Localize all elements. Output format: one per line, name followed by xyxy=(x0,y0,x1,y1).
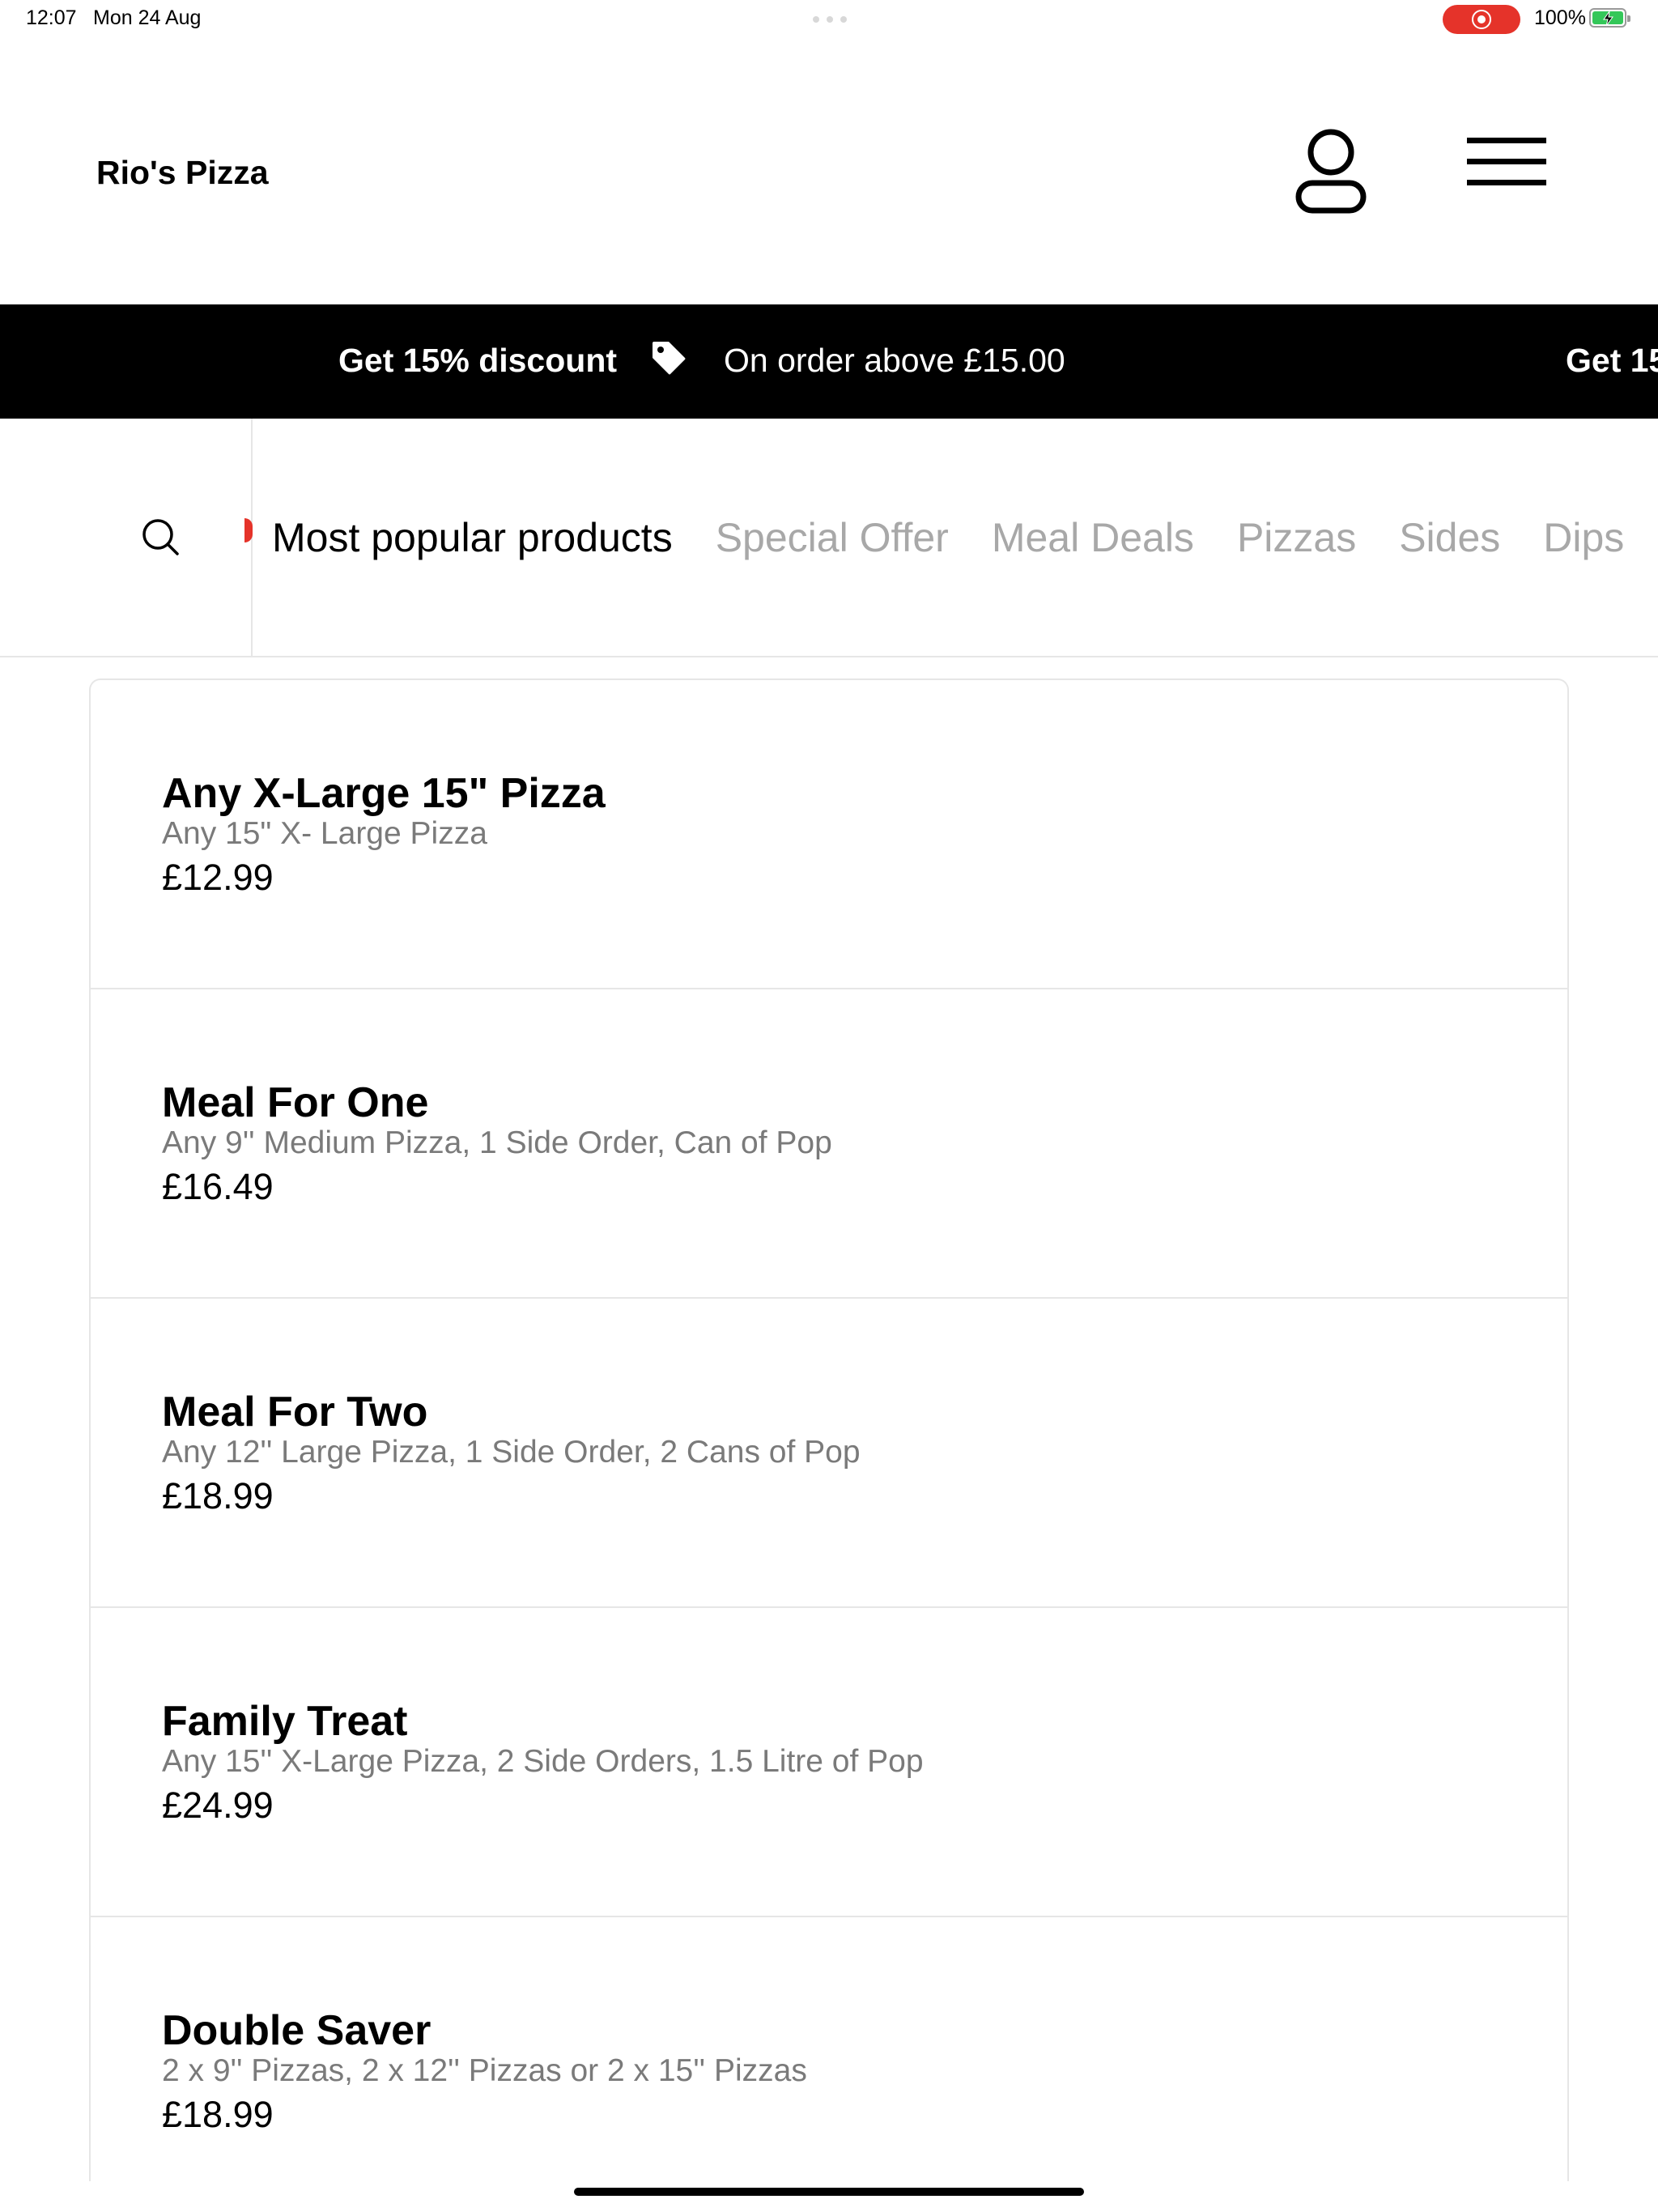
product-item[interactable]: Any X-Large 15" Pizza Any 15" X- Large P… xyxy=(91,680,1567,989)
tab-meal-deals[interactable]: Meal Deals xyxy=(992,514,1194,561)
search-button[interactable] xyxy=(141,517,180,556)
product-description: Any 15" X- Large Pizza xyxy=(162,816,487,851)
product-price: £12.99 xyxy=(162,857,274,898)
tag-icon xyxy=(653,342,686,375)
product-name: Double Saver xyxy=(162,2007,432,2054)
screen-recording-icon[interactable] xyxy=(1443,5,1520,34)
category-tabs: Most popular products Special Offer Meal D… xyxy=(251,514,1658,563)
home-indicator[interactable] xyxy=(574,2188,1084,2196)
product-name: Meal For One xyxy=(162,1079,429,1126)
product-item[interactable]: Meal For One Any 9'' Medium Pizza, 1 Sid… xyxy=(91,989,1567,1299)
hamburger-menu-icon xyxy=(1467,138,1548,185)
promo-title-repeat: Get 15 xyxy=(1566,342,1658,379)
battery-icon xyxy=(1589,8,1630,28)
person-icon xyxy=(1295,129,1367,214)
product-price: £18.99 xyxy=(162,1475,274,1516)
tab-pizzas[interactable]: Pizzas xyxy=(1237,514,1356,561)
multitasking-dots-icon[interactable] xyxy=(813,16,847,23)
product-description: Any 15'' X-Large Pizza, 2 Side Orders, 1… xyxy=(162,1744,924,1779)
app-header: Rio's Pizza xyxy=(0,39,1658,304)
tab-dips[interactable]: Dips xyxy=(1543,514,1624,561)
battery-percent: 100% xyxy=(1534,6,1586,29)
promo-banner: Get 15% discount On order above £15.00 G… xyxy=(0,304,1658,419)
product-name: Family Treat xyxy=(162,1698,408,1745)
product-description: Any 12'' Large Pizza, 1 Side Order, 2 Ca… xyxy=(162,1435,861,1470)
product-price: £18.99 xyxy=(162,2094,274,2135)
product-price: £16.49 xyxy=(162,1166,274,1207)
status-date: Mon 24 Aug xyxy=(93,6,202,29)
promo-text: On order above £15.00 xyxy=(724,342,1065,379)
tab-most-popular[interactable]: Most popular products xyxy=(272,514,673,561)
tab-sides[interactable]: Sides xyxy=(1399,514,1500,561)
product-item[interactable]: Double Saver 2 x 9'' Pizzas, 2 x 12'' Pi… xyxy=(91,1917,1567,2181)
account-button[interactable] xyxy=(1294,128,1368,215)
product-description: 2 x 9'' Pizzas, 2 x 12'' Pizzas or 2 x 1… xyxy=(162,2053,807,2088)
menu-button[interactable] xyxy=(1467,138,1548,207)
product-list: Any X-Large 15" Pizza Any 15" X- Large P… xyxy=(89,678,1569,2181)
product-name: Any X-Large 15" Pizza xyxy=(162,770,606,817)
product-description: Any 9'' Medium Pizza, 1 Side Order, Can … xyxy=(162,1125,832,1160)
tab-special-offer[interactable]: Special Offer xyxy=(716,514,949,561)
status-time: 12:07 xyxy=(26,6,77,29)
brand-name[interactable]: Rio's Pizza xyxy=(96,154,269,192)
product-item[interactable]: Family Treat Any 15'' X-Large Pizza, 2 S… xyxy=(91,1608,1567,1917)
product-name: Meal For Two xyxy=(162,1389,428,1436)
product-price: £24.99 xyxy=(162,1784,274,1826)
search-icon xyxy=(142,519,179,555)
product-item[interactable]: Meal For Two Any 12'' Large Pizza, 1 Sid… xyxy=(91,1299,1567,1608)
status-bar: 12:07 Mon 24 Aug 100% xyxy=(0,0,1658,39)
promo-title: Get 15% discount xyxy=(338,342,618,379)
